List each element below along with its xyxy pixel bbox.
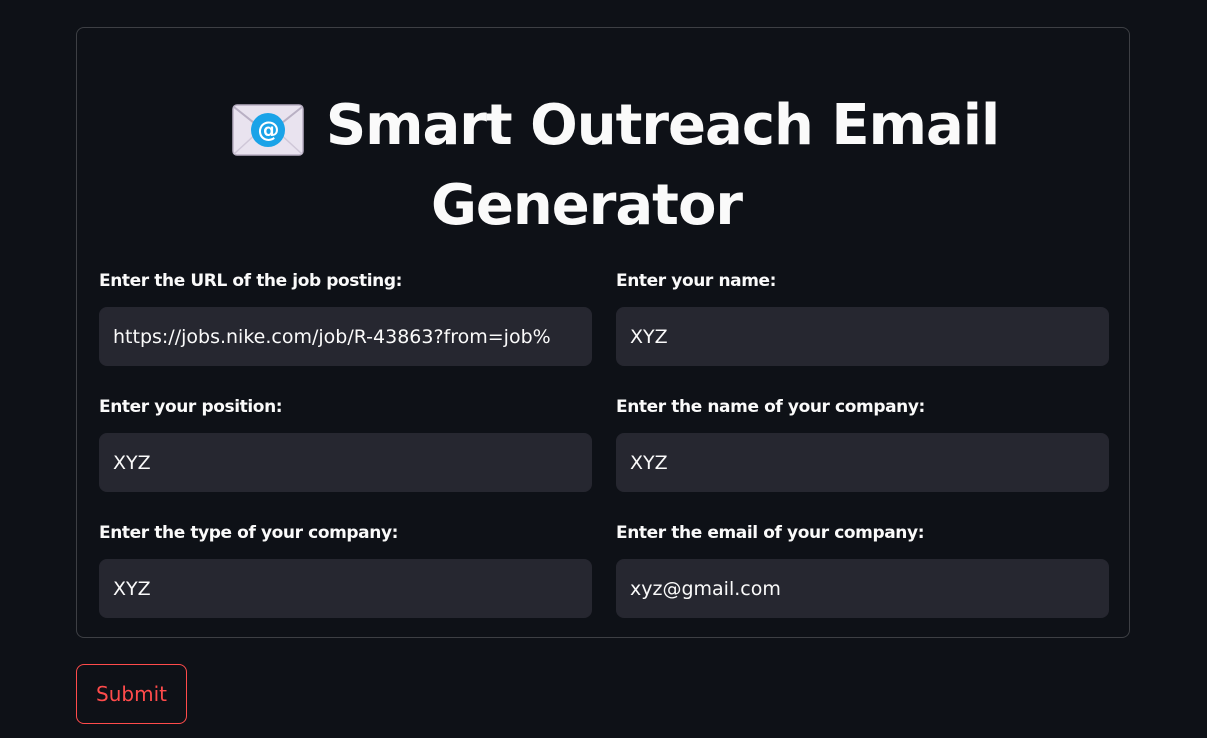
company-type-field: Enter the type of your company:: [99, 521, 592, 618]
job-url-input[interactable]: [99, 307, 592, 366]
page-title-text-1: Smart Outreach Email: [325, 93, 1000, 158]
job-url-label: Enter the URL of the job posting:: [99, 271, 403, 291]
company-name-label: Enter the name of your company:: [616, 397, 925, 417]
your-position-field: Enter your position:: [99, 395, 592, 492]
submit-button[interactable]: Submit: [76, 664, 187, 724]
your-name-field: Enter your name:: [616, 269, 1109, 366]
company-type-input[interactable]: [99, 559, 592, 618]
job-url-field: Enter the URL of the job posting:: [99, 269, 592, 366]
your-position-label: Enter your position:: [99, 397, 283, 417]
page-title-line-1: @ Smart Outreach Email: [0, 86, 1207, 166]
page-title: @ Smart Outreach Email Generator: [0, 86, 1207, 246]
your-name-input[interactable]: [616, 307, 1109, 366]
company-email-field: Enter the email of your company:: [616, 521, 1109, 618]
company-email-input[interactable]: [616, 559, 1109, 618]
your-position-input[interactable]: [99, 433, 592, 492]
page-title-line-2: Generator: [430, 173, 743, 238]
company-type-label: Enter the type of your company:: [99, 523, 399, 543]
company-name-field: Enter the name of your company:: [616, 395, 1109, 492]
email-envelope-icon: @: [232, 98, 304, 156]
svg-text:@: @: [257, 118, 278, 143]
company-email-label: Enter the email of your company:: [616, 523, 925, 543]
company-name-input[interactable]: [616, 433, 1109, 492]
your-name-label: Enter your name:: [616, 271, 777, 291]
